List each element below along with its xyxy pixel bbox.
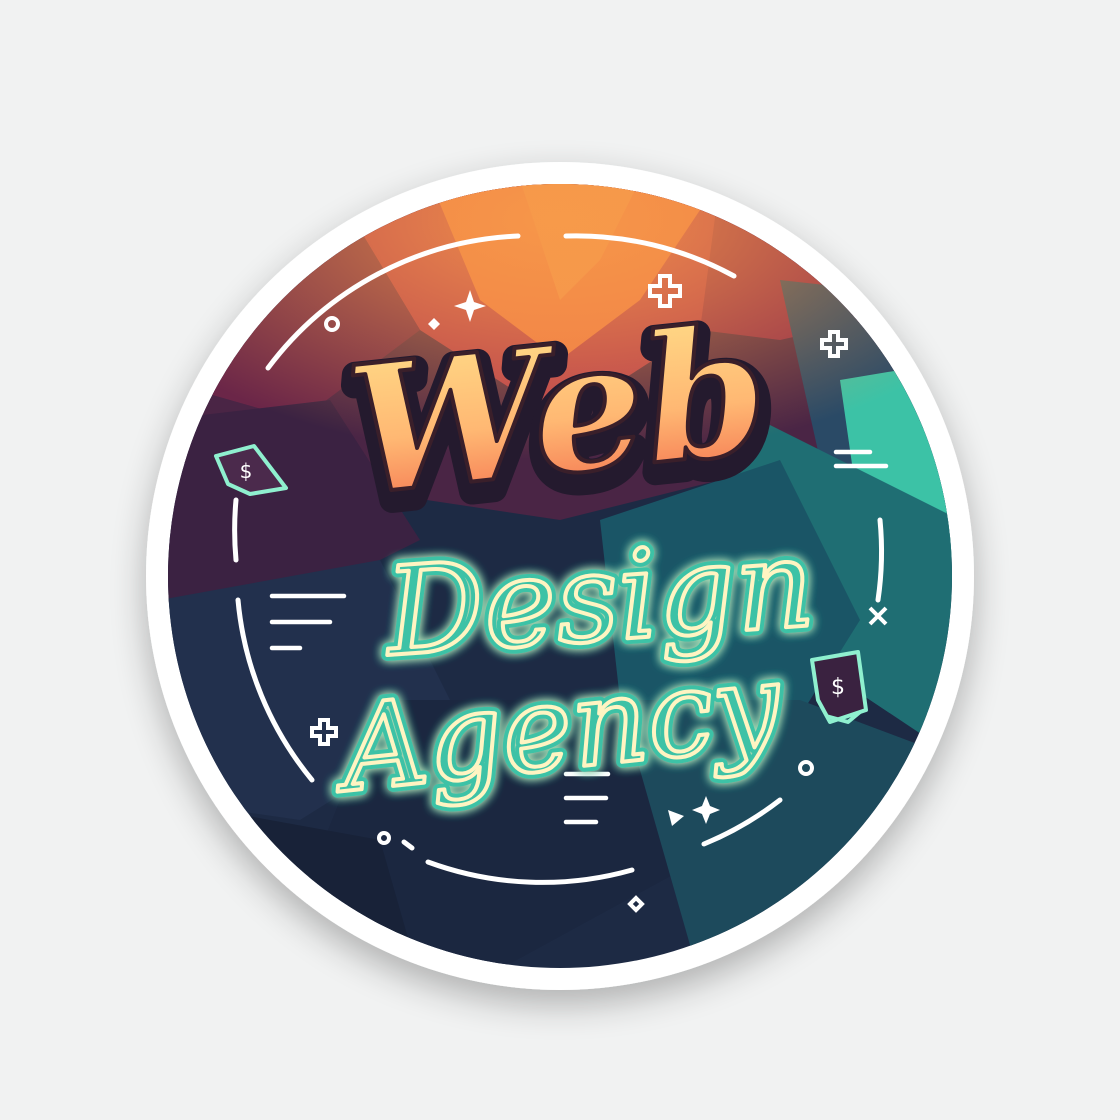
ring-arc-left-upper — [232, 497, 239, 563]
title-web: Web Web — [327, 283, 791, 559]
sticker-logo: $ $ Web Web Design Design Agency Agency — [0, 0, 1120, 1120]
dollar-glyph: $ — [240, 459, 253, 483]
sticker-svg: $ $ Web Web Design Design Agency Agency — [146, 162, 974, 990]
dollar-glyph: $ — [831, 675, 845, 700]
title-web-text: Web — [339, 286, 777, 536]
